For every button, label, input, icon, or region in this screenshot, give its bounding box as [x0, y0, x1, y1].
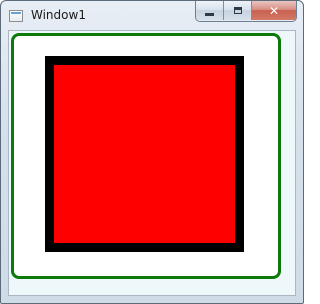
caption-buttons: ✕ [195, 1, 297, 22]
window-title: Window1 [31, 8, 86, 22]
maximize-button[interactable] [224, 1, 252, 20]
minimize-icon [205, 12, 214, 16]
close-icon: ✕ [268, 3, 280, 18]
close-button[interactable]: ✕ [252, 1, 296, 20]
red-square [45, 56, 244, 252]
maximize-icon [233, 7, 242, 14]
app-window-icon[interactable] [9, 10, 23, 22]
title-bar[interactable]: Window1 ✕ [1, 1, 303, 29]
minimize-button[interactable] [196, 1, 224, 20]
